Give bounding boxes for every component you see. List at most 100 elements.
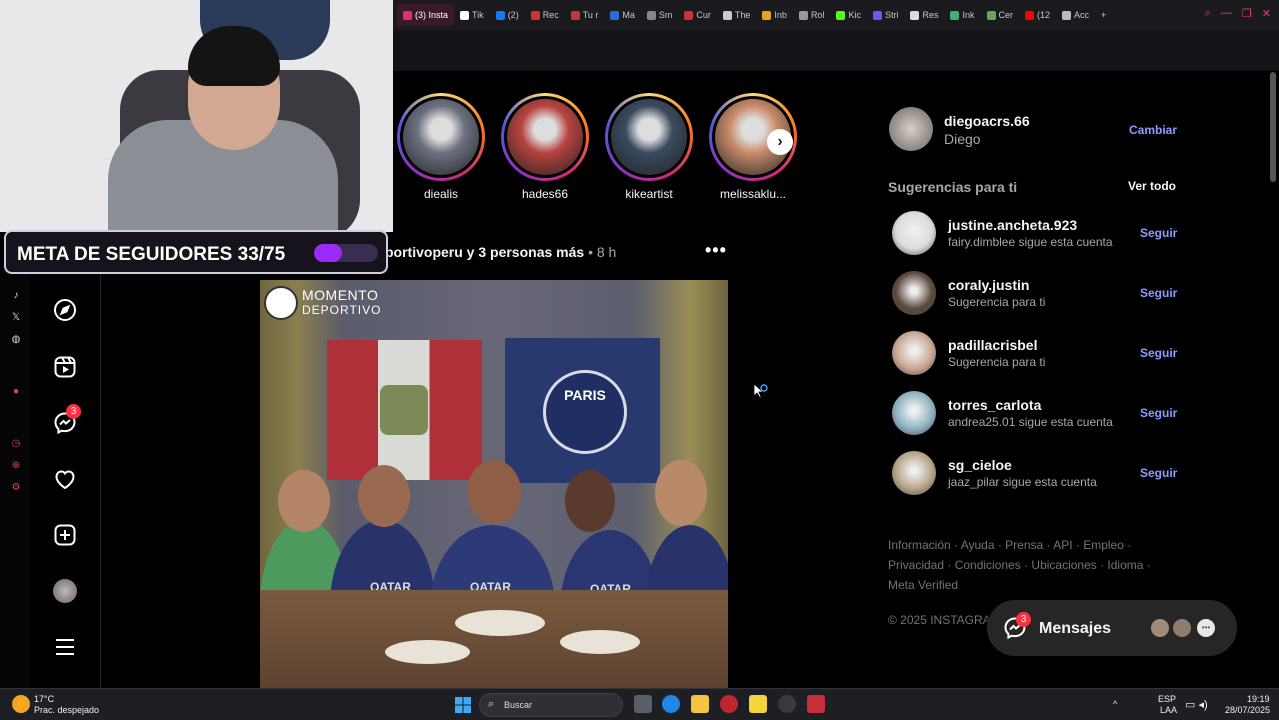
suggestion-avatar[interactable] — [892, 451, 936, 495]
suggestion-avatar[interactable] — [892, 211, 936, 255]
explore-icon[interactable] — [52, 297, 78, 323]
account-avatar[interactable] — [889, 107, 933, 151]
switch-account-link[interactable]: Cambiar — [1129, 123, 1177, 137]
new-tab-button[interactable]: + — [1095, 4, 1112, 26]
browser-tab[interactable]: Cur — [678, 4, 717, 26]
messenger-icon[interactable]: 3 — [52, 404, 81, 436]
reels-icon[interactable] — [52, 354, 78, 380]
weather-desc[interactable]: Prac. despejado — [34, 705, 99, 715]
logo-line-1: MOMENTO — [302, 287, 379, 303]
plate — [560, 630, 640, 654]
suggestion-avatar[interactable] — [892, 271, 936, 315]
story-item[interactable]: diealis — [397, 93, 485, 201]
tab-favicon-icon — [762, 10, 772, 20]
browser-tab[interactable]: Res — [904, 4, 944, 26]
suggestion-username[interactable]: torres_carlota — [948, 397, 1041, 413]
follow-button[interactable]: Seguir — [1140, 286, 1177, 300]
follow-button[interactable]: Seguir — [1140, 346, 1177, 360]
post-username[interactable]: portivoperu — [385, 244, 463, 260]
suggestion-username[interactable]: coraly.justin — [948, 277, 1029, 293]
obs-icon[interactable] — [778, 695, 796, 713]
browser-tab[interactable]: (3) Insta — [397, 4, 455, 26]
account-username[interactable]: diegoacrs.66 — [944, 113, 1030, 129]
suggestion-username[interactable]: justine.ancheta.923 — [948, 217, 1077, 233]
story-item[interactable]: kikeartist — [605, 93, 693, 201]
browser-tab[interactable]: (12 — [1019, 4, 1056, 26]
browser-tab[interactable]: Rec — [525, 4, 565, 26]
tab-label: (12 — [1037, 10, 1051, 20]
sticky-notes-icon[interactable] — [749, 695, 767, 713]
browser-tab[interactable]: Cer — [981, 4, 1020, 26]
browser-tab[interactable]: Stri — [867, 4, 905, 26]
psg-badge-text: PARIS — [564, 387, 606, 403]
weather-temp[interactable]: 17°C — [34, 694, 54, 704]
browser-tab[interactable]: (2) — [490, 4, 525, 26]
browser-tab[interactable]: Kic — [830, 4, 867, 26]
tab-favicon-icon — [836, 10, 846, 20]
file-explorer-icon[interactable] — [691, 695, 709, 713]
clock-date[interactable]: 28/07/2025 — [1225, 705, 1270, 715]
footer-links-2[interactable]: Privacidad · Condiciones · Ubicaciones ·… — [888, 558, 1151, 572]
tab-label: Rec — [542, 10, 559, 20]
tab-label: (3) Insta — [415, 10, 449, 20]
browser-tab[interactable]: Tu r — [565, 4, 605, 26]
follow-button[interactable]: Seguir — [1140, 406, 1177, 420]
footer-links-1[interactable]: Información · Ayuda · Prensa · API · Emp… — [888, 538, 1131, 552]
messages-floating-button[interactable]: 3 Mensajes ••• — [987, 600, 1237, 656]
network-volume-icons[interactable]: ▭ ◂) — [1185, 698, 1208, 711]
tab-favicon-icon — [646, 10, 656, 20]
suggestion-avatar[interactable] — [892, 391, 936, 435]
browser-tab[interactable]: Inb — [756, 4, 793, 26]
taskbar-search[interactable]: ⌕ Buscar — [479, 693, 623, 717]
tab-label: Rol — [810, 10, 825, 20]
create-post-icon[interactable] — [52, 522, 78, 548]
tab-favicon-icon — [610, 10, 620, 20]
maximize-icon[interactable]: ❐ — [1242, 7, 1252, 20]
show-hidden-icons[interactable]: ^ — [1113, 699, 1117, 709]
language-code[interactable]: ESP — [1158, 694, 1176, 704]
keyboard-layout[interactable]: LAA — [1160, 705, 1177, 715]
post-options-button[interactable]: ••• — [705, 240, 727, 261]
app-icon[interactable] — [807, 695, 825, 713]
stories-next-button[interactable]: › — [767, 129, 793, 155]
page-scrollbar[interactable] — [1270, 72, 1276, 182]
tab-label: Res — [922, 10, 939, 20]
browser-tab[interactable]: Rol — [793, 4, 831, 26]
windows-start-icon[interactable] — [455, 697, 471, 713]
minimize-icon[interactable]: — — [1221, 7, 1232, 20]
conversation-avatar — [1171, 617, 1193, 639]
more-menu-icon[interactable] — [52, 634, 78, 660]
browser-tab[interactable]: Tik — [454, 4, 490, 26]
footer-links-3[interactable]: Meta Verified — [888, 578, 958, 592]
tab-label: Ink — [962, 10, 975, 20]
messages-pill-badge: 3 — [1016, 612, 1031, 627]
weather-icon[interactable] — [12, 695, 30, 713]
clock-time[interactable]: 19:19 — [1247, 694, 1270, 704]
story-item[interactable]: hades66 — [501, 93, 589, 201]
profile-avatar[interactable] — [52, 578, 78, 604]
opera-icon[interactable] — [720, 695, 738, 713]
follow-button[interactable]: Seguir — [1140, 466, 1177, 480]
suggestion-username[interactable]: padillacrisbel — [948, 337, 1037, 353]
search-icon[interactable]: ⌕ — [1205, 7, 1211, 20]
post-coauthors[interactable]: y 3 personas más — [463, 244, 585, 260]
browser-tab[interactable]: Acc — [1056, 4, 1095, 26]
suggestion-username[interactable]: sg_cieloe — [948, 457, 1012, 473]
suggestion-avatar[interactable] — [892, 331, 936, 375]
more-conversations-icon: ••• — [1195, 617, 1217, 639]
browser-tab[interactable]: Ma — [604, 4, 641, 26]
browser-tab[interactable]: Ink — [944, 4, 980, 26]
notifications-heart-icon[interactable] — [52, 466, 78, 492]
story-ring — [605, 93, 693, 181]
follow-button[interactable]: Seguir — [1140, 226, 1177, 240]
cursor-icon — [753, 383, 768, 399]
edge-icon[interactable] — [662, 695, 680, 713]
post-image[interactable]: PARIS QATAR QATAR QATAR MOMENTO DEPORTIV… — [260, 280, 728, 688]
tab-favicon-icon — [910, 10, 920, 20]
close-icon[interactable]: ✕ — [1262, 7, 1271, 20]
see-all-link[interactable]: Ver todo — [1128, 179, 1176, 193]
browser-tab[interactable]: Sm — [641, 4, 679, 26]
task-view-icon[interactable] — [634, 695, 652, 713]
browser-tab[interactable]: The — [717, 4, 757, 26]
tab-label: Ma — [622, 10, 635, 20]
